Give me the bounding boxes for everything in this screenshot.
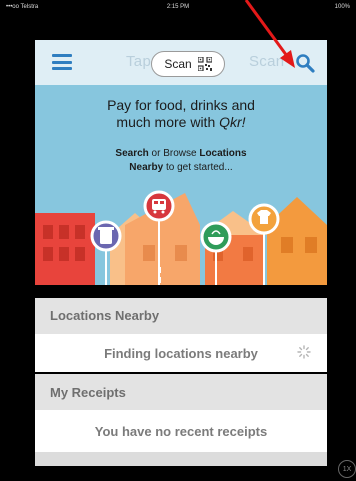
status-bar: •••oo Telstra 2:15 PM 100% — [0, 0, 356, 14]
receipts-empty-row: You have no recent receipts — [35, 410, 327, 452]
ghost-title-left: Tap — [126, 53, 152, 70]
battery-level: 100% — [334, 4, 350, 10]
zoom-1x-button[interactable]: 1X — [338, 460, 356, 478]
my-receipts-title: My Receipts — [50, 385, 126, 400]
hero-headline-line1: Pay for food, drinks and — [107, 97, 255, 113]
clock: 2:15 PM — [166, 4, 190, 10]
locations-nearby-row[interactable]: Finding locations nearby — [35, 334, 327, 372]
search-icon[interactable] — [295, 53, 315, 73]
top-navigation-bar: Tap Scan Scan — [35, 40, 327, 85]
hero-banner: Pay for food, drinks and much more with … — [35, 85, 327, 285]
brand-name: Qkr! — [219, 114, 246, 130]
locations-nearby-header: Locations Nearby — [35, 298, 327, 334]
scan-button-label: Scan — [164, 57, 192, 71]
no-receipts-text: You have no recent receipts — [94, 424, 268, 439]
qr-code-icon — [197, 57, 212, 71]
hero-instructions-line2: Nearby to get started... — [129, 162, 233, 173]
locations-nearby-title: Locations Nearby — [50, 308, 160, 323]
finding-locations-text: Finding locations nearby — [104, 346, 258, 361]
hero-instructions-line1: Search or Browse Locations — [115, 148, 247, 159]
my-receipts-header: My Receipts — [35, 374, 327, 410]
ghost-title-right: Scan — [249, 53, 285, 70]
loading-spinner-icon — [297, 345, 311, 359]
hero-headline-line2: much more with Qkr! — [116, 114, 246, 130]
scan-button[interactable]: Scan — [151, 51, 225, 77]
hamburger-menu-icon[interactable] — [52, 54, 72, 70]
bottom-divider — [35, 452, 327, 466]
